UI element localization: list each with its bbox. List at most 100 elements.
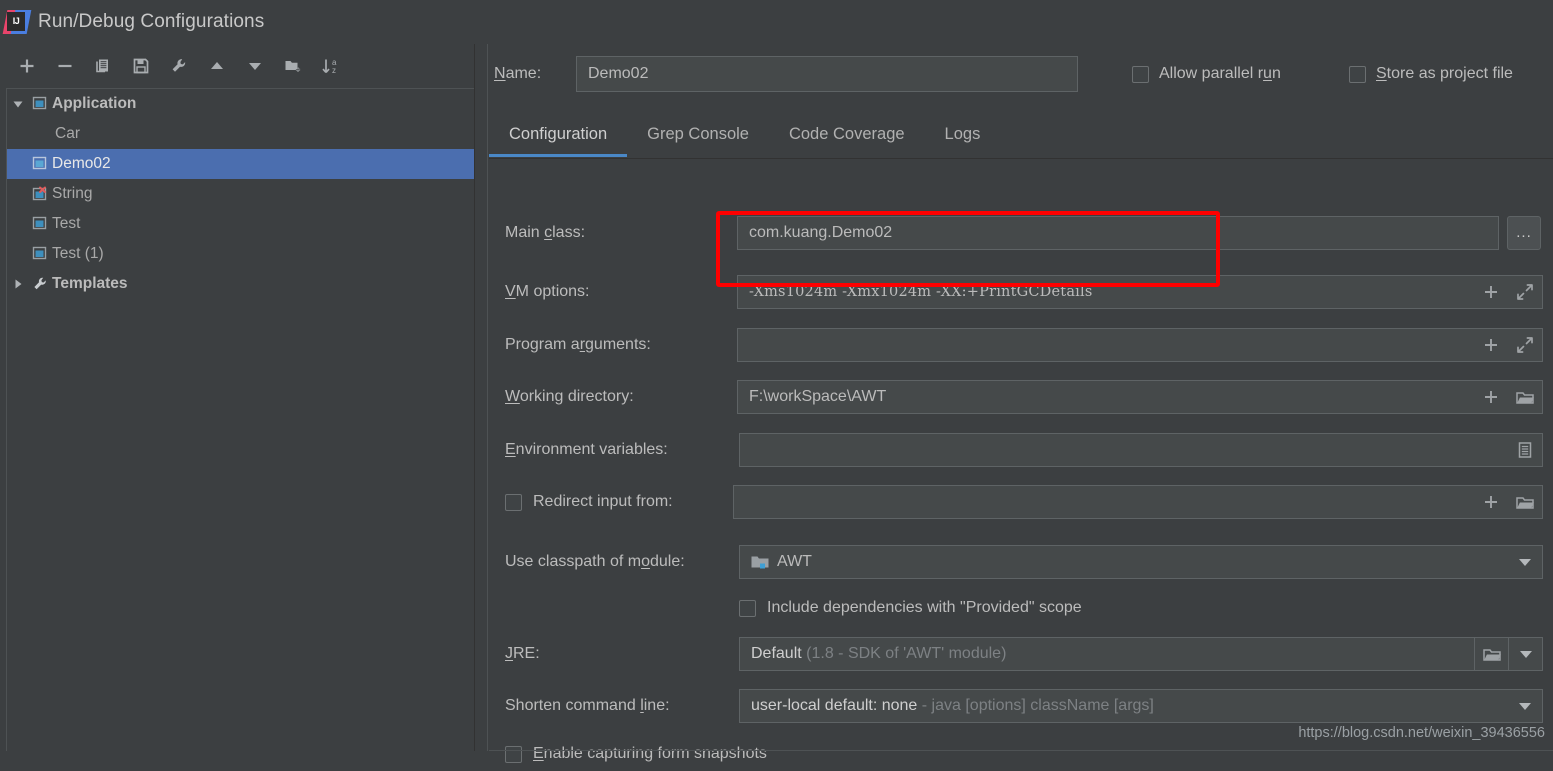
store-as-project-file-checkbox[interactable]: Store as project file xyxy=(1349,65,1513,83)
title-bar: IJ Run/Debug Configurations xyxy=(0,0,1553,44)
tree-node-test-1[interactable]: Test (1) xyxy=(7,239,474,269)
tree-node-label: String xyxy=(52,185,93,202)
environment-variables-input[interactable] xyxy=(739,433,1543,467)
configurations-tree[interactable]: Application Car Demo02 String Test Test … xyxy=(6,88,474,751)
application-icon xyxy=(29,156,49,172)
working-directory-row: Working directory: F:\workSpace\AWT xyxy=(489,380,1553,414)
expand-icon[interactable] xyxy=(1508,329,1542,361)
remove-configuration-button[interactable] xyxy=(50,51,80,81)
redirect-input-row: Redirect input from: xyxy=(489,485,1553,519)
main-class-label: Main class: xyxy=(505,224,586,241)
enable-form-snapshots-label: Enable capturing form snapshots xyxy=(533,745,767,762)
main-class-value: com.kuang.Demo02 xyxy=(749,224,893,241)
tree-node-templates[interactable]: Templates xyxy=(7,269,474,299)
enable-form-snapshots-checkbox[interactable]: Enable capturing form snapshots xyxy=(505,737,767,771)
tree-node-string[interactable]: String xyxy=(7,179,474,209)
expand-icon[interactable] xyxy=(1508,276,1542,308)
save-configuration-button[interactable] xyxy=(126,51,156,81)
tree-toolbar: a z xyxy=(0,44,474,88)
application-icon xyxy=(29,96,49,112)
working-directory-input[interactable]: F:\workSpace\AWT xyxy=(737,380,1543,414)
application-icon xyxy=(29,216,49,232)
twisty-collapsed-icon[interactable] xyxy=(7,278,29,290)
copy-configuration-button[interactable] xyxy=(88,51,118,81)
tree-node-label: Car xyxy=(55,125,80,142)
window-title: Run/Debug Configurations xyxy=(38,11,265,32)
module-classpath-value: AWT xyxy=(777,553,812,570)
redirect-input-label: Redirect input from: xyxy=(533,493,673,510)
jre-row: JRE: Default (1.8 - SDK of 'AWT' module) xyxy=(489,637,1553,671)
sort-alphabetically-button[interactable]: a z xyxy=(316,51,346,81)
main-class-row: Main class: com.kuang.Demo02 ... xyxy=(489,216,1553,250)
tree-node-label: Test (1) xyxy=(52,245,104,262)
add-configuration-button[interactable] xyxy=(12,51,42,81)
browse-folder-icon[interactable] xyxy=(1508,381,1542,413)
store-as-project-file-label: Store as project file xyxy=(1376,65,1513,82)
twisty-expanded-icon[interactable] xyxy=(7,98,29,110)
add-macro-icon[interactable] xyxy=(1474,381,1508,413)
vm-options-label: VM options: xyxy=(505,283,590,300)
application-error-icon xyxy=(29,186,49,202)
include-provided-row: Include dependencies with "Provided" sco… xyxy=(489,591,1553,625)
checkbox-box[interactable] xyxy=(505,493,522,511)
tree-node-test[interactable]: Test xyxy=(7,209,474,239)
include-provided-checkbox[interactable]: Include dependencies with "Provided" sco… xyxy=(739,591,1082,625)
add-macro-icon[interactable] xyxy=(1474,329,1508,361)
main-class-input[interactable]: com.kuang.Demo02 xyxy=(737,216,1499,250)
shorten-command-line-value: user-local default: none - java [options… xyxy=(751,697,1154,714)
tab-code-coverage[interactable]: Code Coverage xyxy=(769,112,925,157)
name-input[interactable]: Demo02 xyxy=(576,56,1078,92)
redirect-input-checkbox[interactable]: Redirect input from: xyxy=(505,485,673,519)
shorten-command-line-combobox[interactable]: user-local default: none - java [options… xyxy=(739,689,1543,723)
shorten-command-line-label: Shorten command line: xyxy=(505,697,670,714)
jre-value: Default (1.8 - SDK of 'AWT' module) xyxy=(751,645,1007,662)
new-folder-button[interactable] xyxy=(278,51,308,81)
module-icon xyxy=(751,555,769,570)
move-up-button[interactable] xyxy=(202,51,232,81)
chevron-down-icon[interactable] xyxy=(1508,638,1542,670)
tab-logs[interactable]: Logs xyxy=(925,112,1001,157)
chevron-down-icon[interactable] xyxy=(1508,546,1542,578)
configuration-form: Main class: com.kuang.Demo02 ... VM opti… xyxy=(489,158,1553,763)
tree-node-label: Test xyxy=(52,215,81,232)
move-down-button[interactable] xyxy=(240,51,270,81)
environment-variables-row: Environment variables: xyxy=(489,433,1553,467)
checkbox-box[interactable] xyxy=(505,745,522,763)
watermark: https://blog.csdn.net/weixin_39436556 xyxy=(1298,725,1545,741)
vm-options-row: VM options: -Xms1024m -Xmx1024m -XX:+Pri… xyxy=(489,275,1553,309)
checkbox-box[interactable] xyxy=(739,599,756,617)
checkbox-box[interactable] xyxy=(1132,65,1149,83)
vm-options-input[interactable]: -Xms1024m -Xmx1024m -XX:+PrintGCDetails xyxy=(737,275,1543,309)
module-classpath-combobox[interactable]: AWT xyxy=(739,545,1543,579)
redirect-input-input[interactable] xyxy=(733,485,1543,519)
enable-form-snapshots-row: Enable capturing form snapshots xyxy=(489,737,1553,771)
svg-text:z: z xyxy=(332,66,336,75)
name-row: Name: Demo02 Allow parallel run Store as… xyxy=(489,56,1553,94)
chevron-down-icon[interactable] xyxy=(1508,690,1542,722)
tree-node-label: Templates xyxy=(52,275,128,292)
add-macro-icon[interactable] xyxy=(1474,486,1508,518)
jre-combobox[interactable]: Default (1.8 - SDK of 'AWT' module) xyxy=(739,637,1543,671)
tree-node-car[interactable]: Car xyxy=(7,119,474,149)
working-directory-label: Working directory: xyxy=(505,388,634,405)
jre-label: JRE: xyxy=(505,645,540,662)
tree-node-application[interactable]: Application xyxy=(7,89,474,119)
vm-options-value: -Xms1024m -Xmx1024m -XX:+PrintGCDetails xyxy=(749,284,1093,300)
allow-parallel-run-checkbox[interactable]: Allow parallel run xyxy=(1132,65,1281,83)
main-class-browse-button[interactable]: ... xyxy=(1507,216,1541,250)
application-icon xyxy=(29,246,49,262)
program-arguments-input[interactable] xyxy=(737,328,1543,362)
configuration-editor-panel: Name: Demo02 Allow parallel run Store as… xyxy=(489,44,1553,763)
edit-variables-icon[interactable] xyxy=(1508,434,1542,466)
panel-splitter[interactable] xyxy=(474,44,488,751)
checkbox-box[interactable] xyxy=(1349,65,1366,83)
jre-browse-folder-icon[interactable] xyxy=(1474,638,1508,670)
environment-variables-label: Environment variables: xyxy=(505,441,668,458)
browse-folder-icon[interactable] xyxy=(1508,486,1542,518)
tab-grep-console[interactable]: Grep Console xyxy=(627,112,769,157)
wrench-icon[interactable] xyxy=(164,51,194,81)
tree-node-demo02[interactable]: Demo02 xyxy=(7,149,474,179)
add-macro-icon[interactable] xyxy=(1474,276,1508,308)
module-classpath-row: Use classpath of module: AWT xyxy=(489,545,1553,579)
tab-configuration[interactable]: Configuration xyxy=(489,112,628,157)
